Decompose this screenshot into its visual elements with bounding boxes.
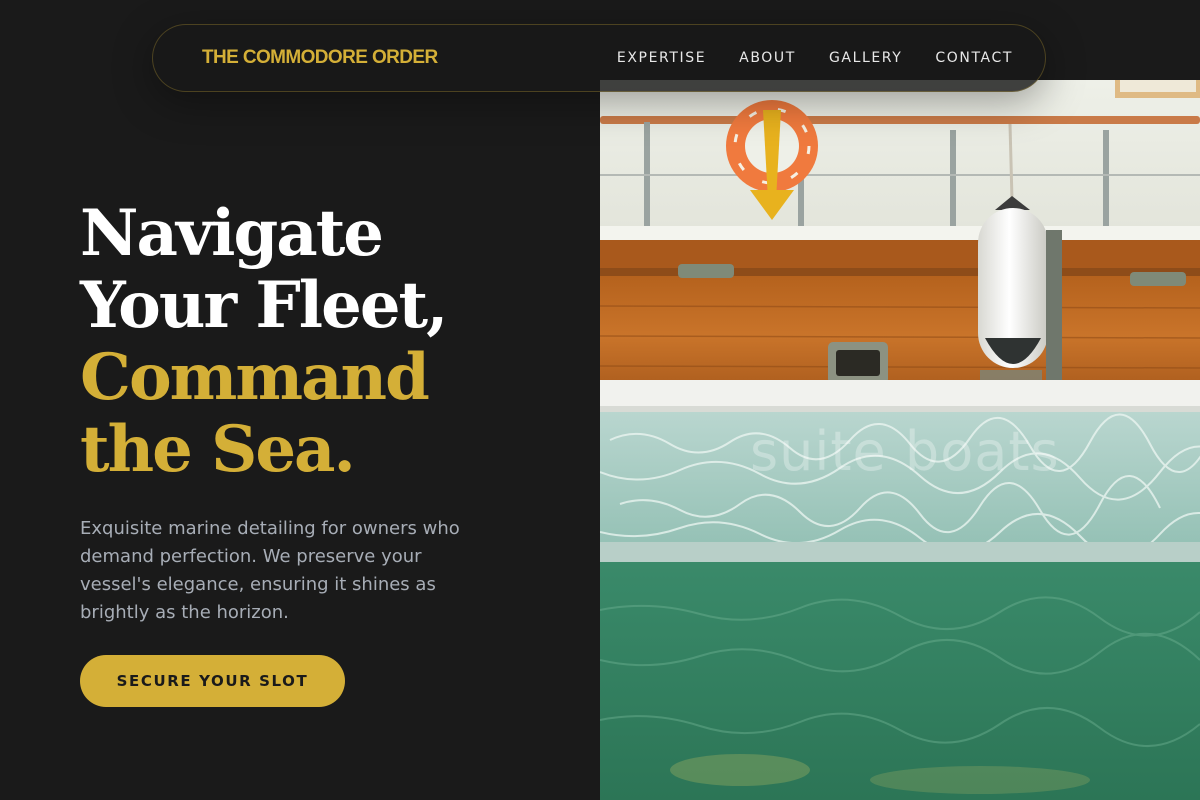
main-navbar: THE COMMODORE ORDER EXPERTISE ABOUT GALL… [152,24,1046,92]
headline-line-2: Your Fleet, [80,268,448,343]
nav-link-contact[interactable]: CONTACT [935,50,1013,66]
nav-link-expertise[interactable]: EXPERTISE [617,50,706,66]
landing-page: suite boats THE COMMODORE ORDER EXPERTIS… [0,0,1200,800]
headline-line-4: the Sea. [80,412,356,487]
hero-description: Exquisite marine detailing for owners wh… [80,518,460,623]
hero-headline: Navigate Your Fleet, Command the Sea. [80,198,550,486]
headline-line-3: Command [80,340,430,415]
image-watermark-text: suite boats [750,420,1060,483]
nav-link-gallery[interactable]: GALLERY [829,50,902,66]
headline-line-1: Navigate [80,196,384,271]
brand-logo-link[interactable]: THE COMMODORE ORDER [202,47,438,69]
nav-links: EXPERTISE ABOUT GALLERY CONTACT [617,50,1013,66]
secure-slot-button[interactable]: SECURE YOUR SLOT [80,655,345,707]
nav-link-about[interactable]: ABOUT [739,50,796,66]
hero-section: Navigate Your Fleet, Command the Sea. Ex… [80,198,550,707]
hero-boat-image: suite boats [600,80,1200,800]
